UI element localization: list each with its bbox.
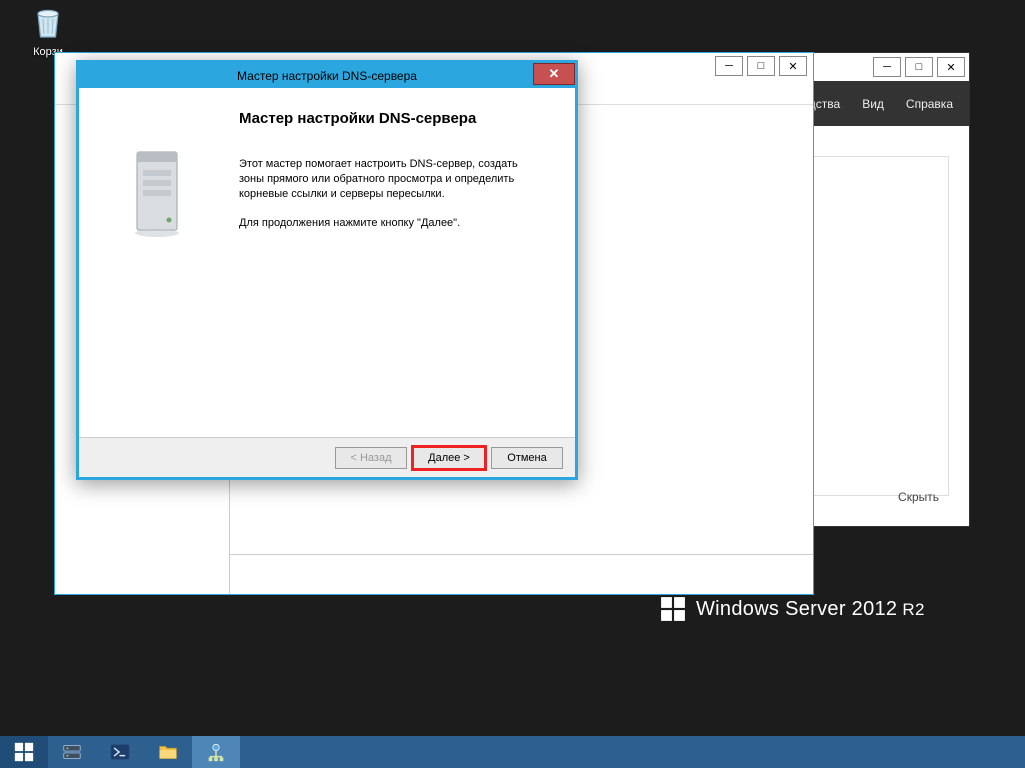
- close-button[interactable]: ✕: [779, 56, 807, 76]
- taskbar-dns-manager[interactable]: [192, 736, 240, 768]
- taskbar: [0, 736, 1025, 768]
- recycle-bin-icon: [28, 2, 68, 42]
- recycle-bin[interactable]: Корзи: [18, 2, 78, 58]
- wizard-paragraph-1: Этот мастер помогает настроить DNS-серве…: [239, 157, 545, 202]
- wizard-window-title: Мастер настройки DNS-сервера: [79, 69, 575, 83]
- server-manager-icon: [61, 741, 83, 763]
- dns-manager-icon: [205, 741, 227, 763]
- wizard-image-panel: [79, 88, 239, 437]
- wizard-heading: Мастер настройки DNS-сервера: [239, 110, 545, 127]
- taskbar-server-manager[interactable]: [48, 736, 96, 768]
- taskbar-explorer[interactable]: [144, 736, 192, 768]
- wizard-titlebar[interactable]: Мастер настройки DNS-сервера ✕: [79, 63, 575, 88]
- maximize-button[interactable]: □: [905, 57, 933, 77]
- maximize-button[interactable]: □: [747, 56, 775, 76]
- server-icon: [129, 148, 189, 238]
- folder-icon: [157, 741, 179, 763]
- next-button[interactable]: Далее >: [413, 447, 485, 469]
- wizard-paragraph-2: Для продолжения нажмите кнопку "Далее".: [239, 216, 545, 231]
- wizard-footer: < Назад Далее > Отмена: [79, 437, 575, 477]
- back-button: < Назад: [335, 447, 407, 469]
- dns-wizard-dialog: Мастер настройки DNS-сервера ✕ Мастер на…: [76, 60, 578, 480]
- powershell-icon: [109, 741, 131, 763]
- windows-start-icon: [13, 741, 35, 763]
- branding-text: Windows Server 2012 R2: [696, 598, 925, 621]
- minimize-button[interactable]: ─: [873, 57, 901, 77]
- windows-logo-icon: [660, 596, 686, 622]
- dns-statusbar: [230, 554, 813, 594]
- menu-help[interactable]: Справка: [906, 97, 953, 111]
- menu-view[interactable]: Вид: [862, 97, 884, 111]
- cancel-button[interactable]: Отмена: [491, 447, 563, 469]
- wizard-close-button[interactable]: ✕: [533, 63, 575, 85]
- taskbar-powershell[interactable]: [96, 736, 144, 768]
- windows-server-branding: Windows Server 2012 R2: [660, 596, 925, 622]
- wizard-text-panel: Мастер настройки DNS-сервера Этот мастер…: [239, 88, 575, 437]
- minimize-button[interactable]: ─: [715, 56, 743, 76]
- close-button[interactable]: ✕: [937, 57, 965, 77]
- hide-link[interactable]: Скрыть: [898, 490, 939, 504]
- start-button[interactable]: [0, 736, 48, 768]
